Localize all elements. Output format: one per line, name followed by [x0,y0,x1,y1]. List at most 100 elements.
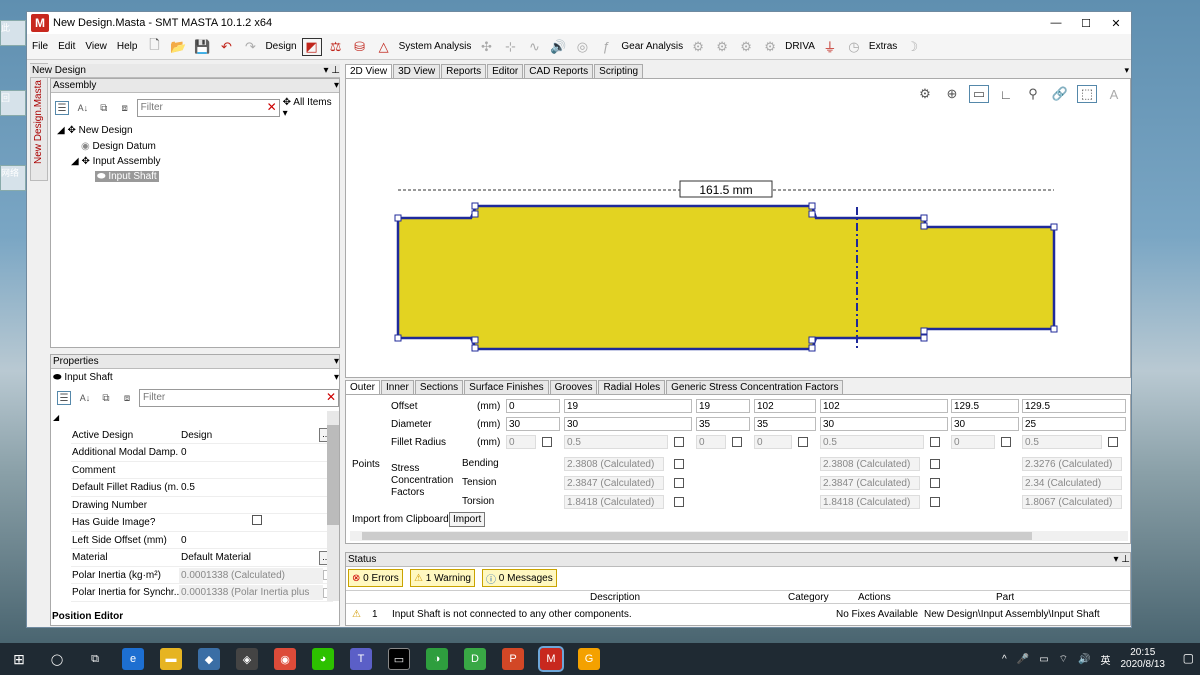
diameter-cell[interactable]: 30 [564,417,692,431]
tab-radial-holes[interactable]: Radial Holes [598,380,666,394]
node-handle[interactable] [1050,325,1058,333]
node-handle[interactable] [471,336,479,344]
col-category[interactable]: Category [788,591,829,605]
node-handle[interactable] [394,214,402,222]
property-row[interactable]: Active Design Design... [71,427,333,444]
node-handle[interactable] [394,334,402,342]
panel-menu-icon[interactable]: ▾ [1124,65,1129,76]
clock[interactable]: 20:15 2020/8/13 [1121,647,1166,671]
file-explorer-icon[interactable]: ▬ [160,648,182,670]
diameter-cell[interactable]: 35 [696,417,750,431]
fillet-cell[interactable]: 0.5 [1022,435,1102,449]
offset-cell[interactable]: 19 [696,399,750,413]
fillet-checkbox[interactable] [1001,437,1011,447]
tree-filter-input[interactable]: Filter ✕ [136,99,280,117]
property-row[interactable]: Polar Inertia for Synchr... 0.0001338 (Po… [71,585,333,602]
tab-sections[interactable]: Sections [414,380,464,394]
gear-icon[interactable]: ⚙ [688,38,708,56]
property-value[interactable]: 0.5 [179,480,333,495]
property-value[interactable] [179,463,333,478]
all-items-dropdown[interactable]: ✥ All Items ▾ [283,97,339,119]
new-file-icon[interactable]: 🗋 [144,37,164,56]
sort-az-icon[interactable]: A↓ [76,101,90,115]
battery-icon[interactable]: ▭ [1039,654,1048,665]
node-handle[interactable] [471,344,479,352]
menu-file[interactable]: File [27,41,53,52]
property-value[interactable]: Design [179,428,319,443]
undo-icon[interactable]: ↶ [216,38,236,56]
chevron-down-icon[interactable]: ▾ [334,356,339,367]
property-value[interactable]: Default Material [179,550,319,565]
guide-image-checkbox[interactable] [252,515,262,525]
volume-icon[interactable]: 🔊 [1078,654,1090,665]
collapse-all-icon[interactable]: ⧈ [120,391,134,405]
function-icon[interactable]: ƒ [596,38,616,56]
fillet-checkbox[interactable] [930,437,940,447]
override-checkbox[interactable] [674,459,684,469]
tab-2d-view[interactable]: 2D View [345,64,393,78]
modal-icon[interactable]: ∿ [524,38,544,56]
tab-inner[interactable]: Inner [381,380,414,394]
app-icon[interactable]: ◆ [198,648,220,670]
col-description[interactable]: Description [590,591,640,605]
group-collapse-icon[interactable]: ◢ [53,413,59,422]
tab-reports[interactable]: Reports [441,64,487,78]
network-icon[interactable]: ⌔ [1059,653,1068,666]
mic-icon[interactable]: 🎤 [1017,654,1029,665]
col-part[interactable]: Part [996,591,1014,605]
minimize-button[interactable]: — [1041,17,1071,29]
driva-icon[interactable]: ⏚ [820,38,840,56]
gear-set-icon[interactable]: ⚙ [736,38,756,56]
property-row[interactable]: Material Default Material... [71,550,333,567]
errors-filter-button[interactable]: ⊗ 0 Errors [348,569,403,587]
fillet-checkbox[interactable] [798,437,808,447]
expand-all-icon[interactable]: ⧉ [97,101,111,115]
tab-3d-view[interactable]: 3D View [393,64,441,78]
gear-mesh-icon[interactable]: ⚙ [712,38,732,56]
property-row[interactable]: Drawing Number [71,497,333,514]
property-value[interactable] [179,515,333,530]
fillet-checkbox[interactable] [674,437,684,447]
sort-az-icon[interactable]: A↓ [78,391,92,405]
node-handle[interactable] [920,214,928,222]
fillet-cell[interactable]: 0.5 [820,435,924,449]
chevron-down-icon[interactable]: ▾ [334,80,339,91]
duty-cycle-icon[interactable]: ◷ [844,38,864,56]
offset-cell[interactable]: 0 [506,399,560,413]
properties-object-selector[interactable]: ⬬ Input Shaft ▾ [51,369,339,385]
chrome-icon[interactable]: ◉ [274,648,296,670]
tree-node-design-datum[interactable]: ◉ Design Datum [81,141,156,152]
start-icon[interactable]: ⊞ [8,648,30,670]
masta-taskbar-icon[interactable]: M [538,646,564,672]
offset-cell[interactable]: 129.5 [951,399,1019,413]
advanced-load-icon[interactable]: ⊹ [500,38,520,56]
acoustic-icon[interactable]: 🔊 [548,38,568,56]
override-checkbox[interactable] [930,478,940,488]
categorized-icon[interactable]: ☰ [57,391,71,405]
database-icon[interactable]: ⛁ [350,38,370,56]
offset-cell[interactable]: 129.5 [1022,399,1126,413]
diameter-cell[interactable]: 25 [1022,417,1126,431]
fillet-checkbox[interactable] [732,437,742,447]
diameter-cell[interactable]: 30 [951,417,1019,431]
save-icon[interactable]: 💾 [192,38,212,56]
shaft-body[interactable] [396,204,1056,351]
app-icon[interactable]: ◑ [426,648,448,670]
tab-editor[interactable]: Editor [487,64,524,78]
tab-scripting[interactable]: Scripting [594,64,644,78]
property-row[interactable]: Default Fillet Radius (m... 0.5 [71,480,333,497]
property-value[interactable]: 0 [179,445,333,460]
tab-outer[interactable]: Outer [345,380,381,394]
tab-grooves[interactable]: Grooves [549,380,598,394]
fillet-cell[interactable]: 0 [506,435,536,449]
tree-node-input-shaft[interactable]: ⬬ Input Shaft [95,171,159,182]
node-handle[interactable] [920,327,928,335]
diameter-cell[interactable]: 30 [506,417,560,431]
powerpoint-icon[interactable]: P [502,648,524,670]
node-handle[interactable] [808,210,816,218]
categorized-icon[interactable]: ☰ [55,101,69,115]
app-icon[interactable]: ◈ [236,648,258,670]
fillet-cell[interactable]: 0.5 [564,435,668,449]
expand-icon[interactable]: ◢ ✥ [71,156,93,167]
tab-generic-stress-concentration-factors[interactable]: Generic Stress Concentration Factors [666,380,844,394]
